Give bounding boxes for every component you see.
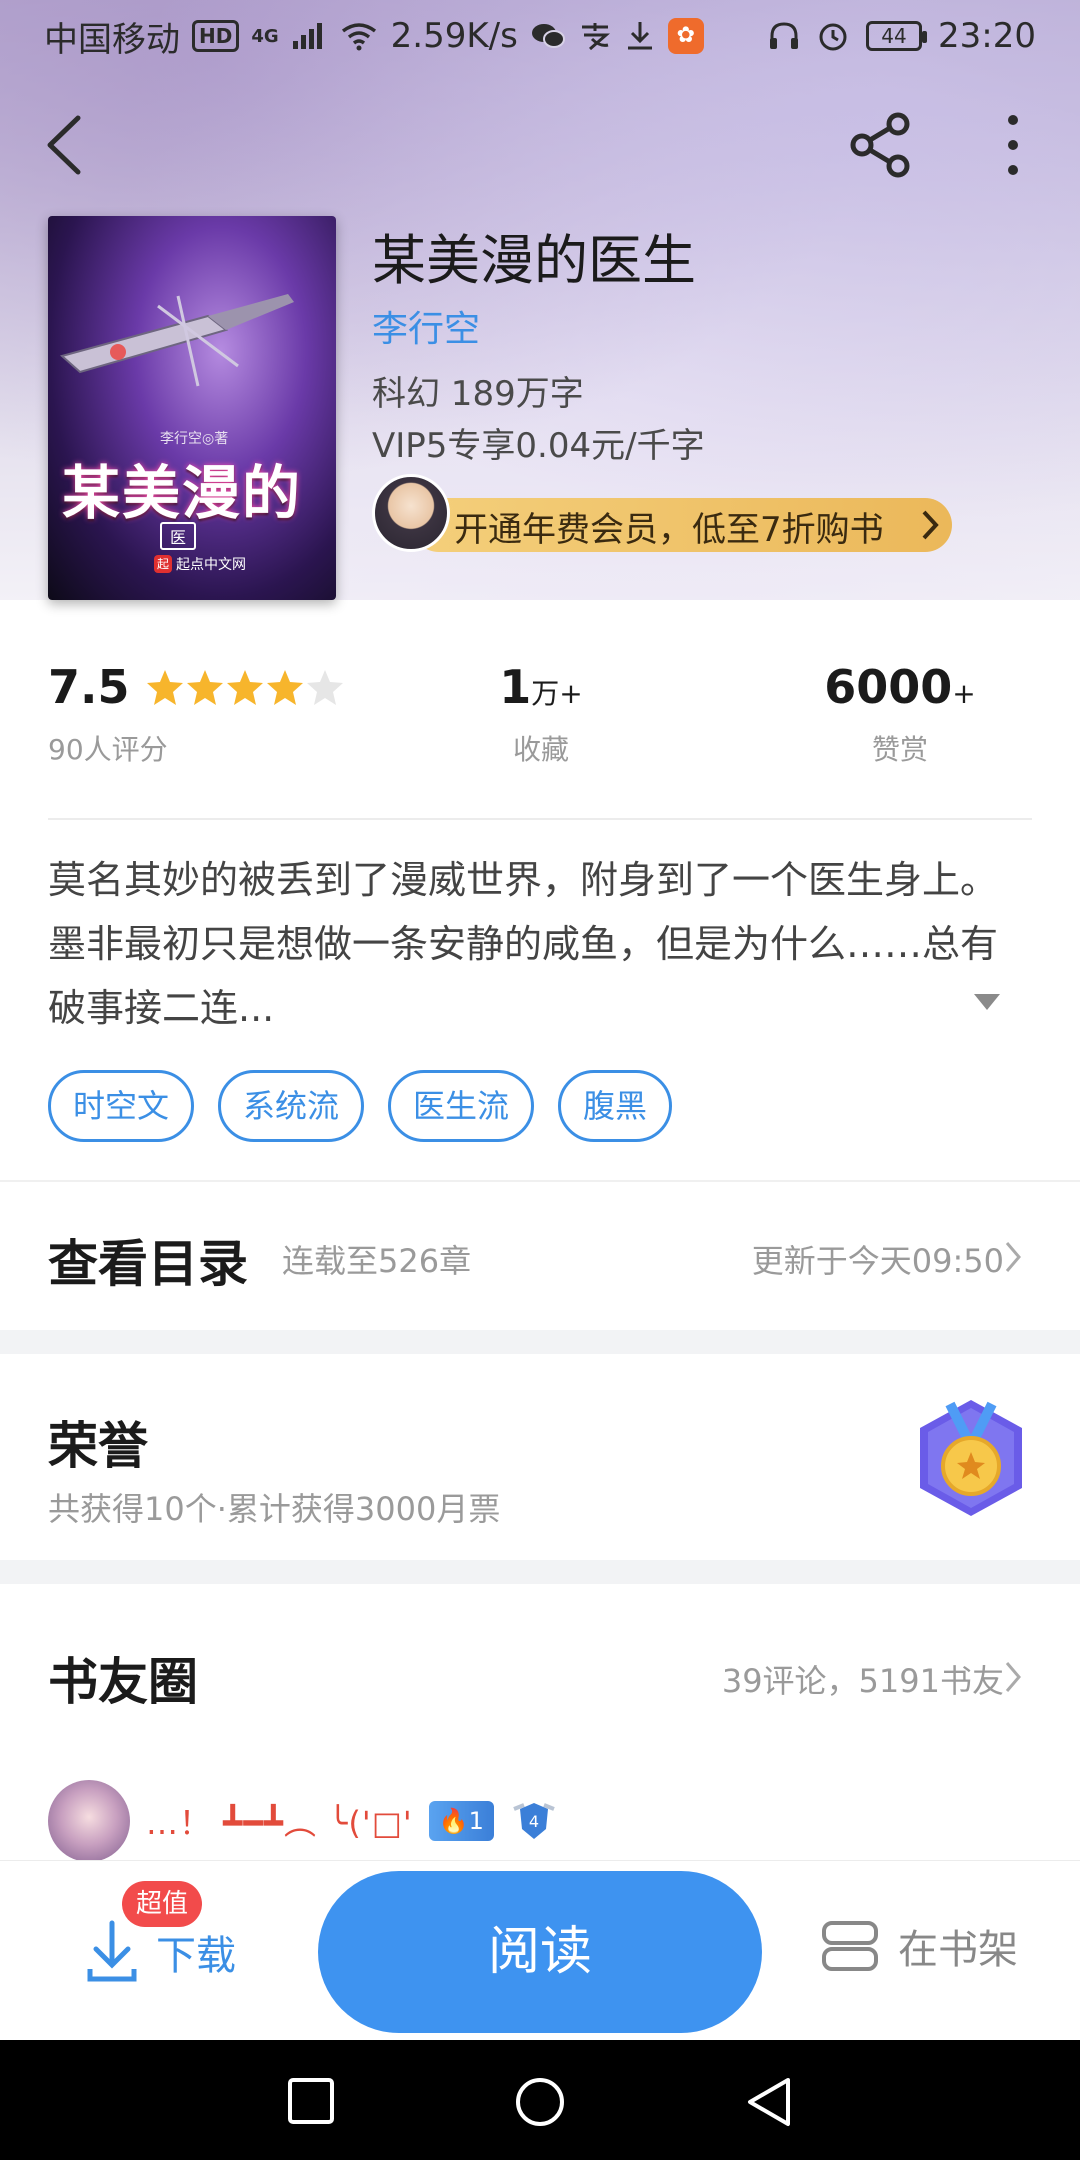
catalog-updated: 更新于今天09:50	[751, 1242, 1004, 1280]
rating-score: 7.5	[48, 660, 130, 714]
star-filled-icon	[146, 670, 183, 705]
vip-promo-text: 开通年费会员，低至7折购书	[454, 510, 884, 550]
reward-number: 6000	[824, 660, 953, 714]
status-bar: 中国移动 HD 4G 2.59K/s ✿ 44 23:20	[0, 0, 1080, 72]
download-label: 下载	[156, 1933, 236, 1979]
rating-count: 90人评分	[48, 733, 168, 766]
honor-summary: 共获得10个·累计获得3000月票	[48, 1490, 501, 1528]
publisher-logo: 起	[154, 555, 172, 573]
tag-chip[interactable]: 系统流	[218, 1070, 365, 1142]
shield-badge-icon: 4	[513, 1803, 555, 1839]
stats-row: 7.5 90人评分 1万+ 收藏 6000+ 赞赏	[0, 660, 1080, 790]
rating-stars	[145, 667, 345, 707]
circle-stats-link[interactable]: 39评论，5191书友	[722, 1656, 1004, 1702]
star-filled-icon	[186, 670, 223, 705]
cover-publisher: 起 起点中文网	[154, 554, 246, 574]
cover-title: 某美漫的	[62, 459, 303, 527]
honor-section[interactable]: 荣誉 共获得10个·累计获得3000月票	[0, 1354, 1080, 1560]
cover-subtitle: 医	[160, 522, 197, 550]
value-badge: 超值	[122, 1881, 203, 1927]
collect-number: 1	[499, 660, 532, 714]
home-icon[interactable]	[514, 2076, 566, 2128]
catalog-row[interactable]: 查看目录 连载至526章 更新于今天09:50	[0, 1182, 1080, 1330]
hd-badge: HD	[192, 20, 240, 52]
star-empty-icon	[306, 670, 343, 705]
alarm-icon	[819, 23, 847, 51]
download-icon	[87, 1920, 137, 1982]
promo-avatar	[372, 474, 450, 552]
back-nav-icon[interactable]	[744, 2076, 794, 2128]
collect-label: 收藏	[512, 733, 569, 766]
more-vertical-icon[interactable]	[998, 112, 1028, 178]
circle-title: 书友圈	[48, 1652, 198, 1711]
wifi-icon	[341, 23, 376, 51]
book-title: 某美漫的医生	[372, 229, 696, 292]
tag-chip[interactable]: 医生流	[388, 1070, 535, 1142]
reward-label: 赞赏	[871, 733, 928, 766]
rating-stat[interactable]: 7.5 90人评分	[48, 660, 345, 768]
book-price: VIP5专享0.04元/千字	[372, 426, 705, 466]
shield-level: 4	[529, 1812, 539, 1831]
share-icon[interactable]	[846, 110, 916, 180]
bookshelf-button[interactable]: 在书架	[820, 1917, 1018, 1975]
tag-chip[interactable]: 腹黑	[558, 1070, 673, 1142]
reward-unit: +	[952, 677, 976, 710]
catalog-title: 查看目录	[48, 1234, 248, 1293]
alipay-icon	[581, 23, 610, 51]
speed-text: 2.59K/s	[390, 16, 518, 56]
tag-chip[interactable]: 时空文	[48, 1070, 195, 1142]
bookshelf-icon	[822, 1921, 878, 1971]
divider	[48, 818, 1032, 820]
collect-unit: 万+	[531, 677, 583, 710]
read-button[interactable]: 阅读	[318, 1871, 762, 2033]
wechat-icon	[531, 24, 565, 48]
section-gap	[0, 1330, 1080, 1354]
comment-username: …！ ┻━┻︵ ╰('□'	[146, 1804, 413, 1842]
cover-author: 李行空◎著	[160, 431, 229, 447]
synopsis-text[interactable]: 莫名其妙的被丢到了漫威世界，附身到了一个医生身上。墨非最初只是想做一条安静的咸鱼…	[48, 848, 1032, 1040]
time-text: 23:20	[938, 16, 1036, 56]
vip-promo-button[interactable]: 开通年费会员，低至7折购书	[372, 474, 954, 552]
honor-title: 荣誉	[48, 1416, 148, 1475]
uc-browser-icon: ✿	[667, 18, 704, 54]
expand-down-icon[interactable]	[972, 992, 1002, 1012]
system-nav-bar	[0, 2040, 1080, 2160]
download-status-icon	[627, 22, 652, 50]
book-genre-wordcount: 科幻 189万字	[372, 374, 584, 414]
book-author-link[interactable]: 李行空	[372, 300, 480, 352]
tag-list: 时空文 系统流 医生流 腹黑	[48, 1070, 673, 1142]
avatar[interactable]	[48, 1780, 130, 1862]
star-filled-icon	[226, 670, 263, 705]
network-text: 4G	[251, 25, 279, 47]
bookshelf-label: 在书架	[898, 1927, 1018, 1973]
star-filled-icon	[266, 670, 303, 705]
spaceship-illustration	[59, 294, 294, 387]
section-gap	[0, 1560, 1080, 1584]
chevron-right-icon	[1005, 1242, 1021, 1272]
reward-stat[interactable]: 6000+ 赞赏	[820, 660, 980, 768]
book-circle-section: 书友圈 39评论，5191书友 …！ ┻━┻︵ ╰('□' 🔥1 4	[0, 1584, 1080, 1862]
recent-apps-icon[interactable]	[286, 2076, 336, 2126]
collect-stat: 1万+ 收藏	[476, 660, 606, 768]
signal-icon	[292, 23, 322, 49]
download-button[interactable]: 下载 超值	[84, 1881, 236, 1987]
battery-icon: 44	[866, 21, 928, 51]
comment-item[interactable]: …！ ┻━┻︵ ╰('□' 🔥1 4	[48, 1780, 558, 1862]
back-icon[interactable]	[40, 112, 90, 178]
fan-level-badge: 🔥1	[428, 1801, 494, 1841]
chevron-right-icon	[1005, 1662, 1021, 1692]
headset-icon	[770, 22, 799, 49]
catalog-chapter-count: 连载至526章	[282, 1242, 472, 1280]
bottom-action-bar: 下载 超值 阅读 在书架	[0, 1860, 1080, 2040]
publisher-name: 起点中文网	[176, 557, 246, 573]
book-cover[interactable]: 李行空◎著 某美漫的 医 起 起点中文网	[48, 216, 336, 600]
chevron-right-icon	[922, 510, 939, 540]
fan-level-value: 1	[468, 1807, 484, 1835]
medal-icon	[920, 1400, 1022, 1516]
carrier-text: 中国移动	[44, 19, 180, 60]
